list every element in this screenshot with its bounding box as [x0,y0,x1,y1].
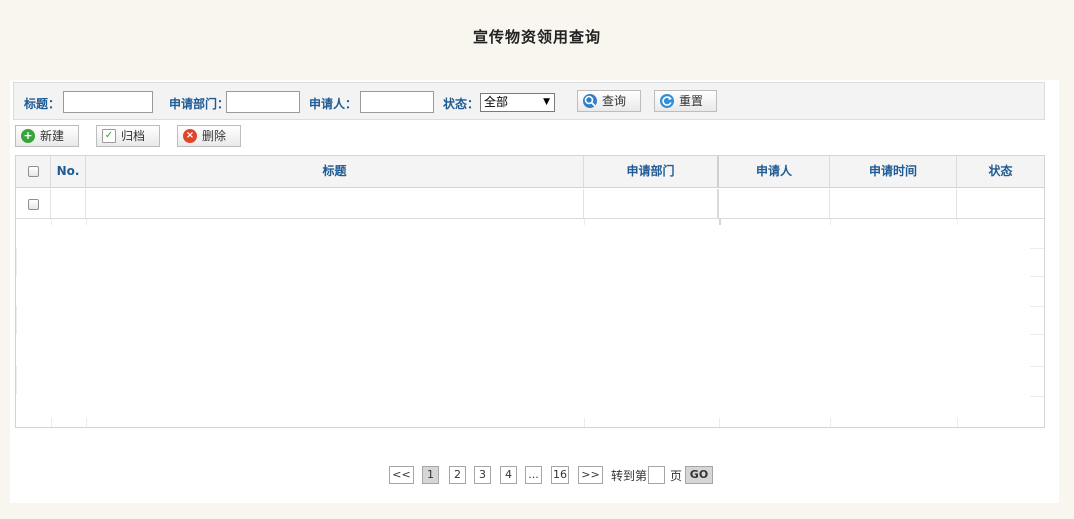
grid-line [51,219,52,225]
plus-circle-icon: + [21,129,35,143]
table-header: No. 标题 申请部门 申请人 申请时间 状态 [16,156,1044,188]
grid-line [16,248,17,276]
pagination-page-1[interactable]: 1 [422,466,439,484]
pagination-ellipsis: ... [525,466,542,484]
archive-button-label: 归档 [121,129,146,143]
row-divider [16,218,1044,219]
search-icon [583,94,597,108]
grid-line [1030,334,1044,335]
grid-line [719,418,720,427]
refresh-icon [660,94,674,108]
status-label: 状态： [443,97,480,111]
delete-button[interactable]: × 删除 [177,125,241,147]
status-selected-value: 全部 [484,95,509,109]
grid-line [1030,248,1044,249]
grid-line [584,219,585,225]
grid-line [957,418,958,427]
reset-button-label: 重置 [679,94,704,108]
pagination-last[interactable]: >> [578,466,603,484]
grid-line [16,306,17,334]
chevron-down-icon: ▼ [543,97,550,107]
title-input[interactable] [63,91,153,113]
data-table: No. 标题 申请部门 申请人 申请时间 状态 [15,155,1045,428]
row-select-cell[interactable] [16,189,51,219]
grid-line [86,418,87,427]
go-button[interactable]: GO [685,466,713,484]
row-title-cell [86,189,584,219]
archive-icon: ✓ [102,129,116,143]
status-select[interactable]: 全部 ▼ [480,93,555,112]
page-title: 宣传物资领用查询 [472,28,601,46]
row-time-cell [830,189,957,219]
grid-line [1030,366,1044,367]
grid-line [86,219,87,225]
grid-line [719,219,721,225]
reset-button[interactable]: 重置 [654,90,717,112]
grid-line [51,418,52,427]
content-panel: 标题： 申请部门： 申请人： 状态： 全部 ▼ 查询 重置 + 新建 ✓ 归档 … [10,80,1059,503]
select-all-checkbox[interactable] [27,166,39,177]
row-no-cell [51,189,86,219]
title-label: 标题： [24,97,61,111]
search-bar: 标题： 申请部门： 申请人： 状态： 全部 ▼ 查询 重置 [13,82,1045,120]
grid-line [1030,276,1044,277]
column-header-title: 标题 [86,156,584,187]
pagination-page-16[interactable]: 16 [551,466,569,484]
query-button-label: 查询 [602,94,627,108]
pagination-page-2[interactable]: 2 [449,466,466,484]
grid-line [16,366,17,394]
column-header-status: 状态 [988,164,1013,178]
grid-line [1030,396,1044,397]
pagination-page-3[interactable]: 3 [474,466,491,484]
applicant-input[interactable] [360,91,434,113]
new-button-label: 新建 [40,129,65,143]
column-header-no: No. [51,156,86,187]
grid-line [830,418,831,427]
grid-line [584,418,585,427]
column-header-applicant: 申请人 [719,156,830,187]
header-select-all[interactable] [16,156,51,187]
query-button[interactable]: 查询 [577,90,641,112]
toolbar: + 新建 ✓ 归档 × 删除 [15,124,275,150]
archive-button[interactable]: ✓ 归档 [96,125,160,147]
new-button[interactable]: + 新建 [15,125,79,147]
delete-icon: × [183,129,197,143]
grid-line [957,219,958,225]
pagination-page-4[interactable]: 4 [500,466,517,484]
row-applicant-cell [719,189,830,219]
goto-page-input[interactable] [648,466,665,484]
dept-input[interactable] [226,91,300,113]
goto-label: 转到第 [611,469,648,483]
column-header-dept: 申请部门 [584,156,719,187]
page-suffix: 页 [670,469,683,483]
column-header-apply-time: 申请时间 [830,156,957,187]
delete-button-label: 删除 [202,129,227,143]
grid-line [830,219,831,225]
grid-line [1030,306,1044,307]
row-status-cell [957,189,1044,219]
row-checkbox[interactable] [27,199,39,210]
row-dept-cell [584,189,719,219]
dept-label: 申请部门： [169,97,230,111]
applicant-label: 申请人： [309,97,358,111]
pagination-first[interactable]: << [389,466,414,484]
